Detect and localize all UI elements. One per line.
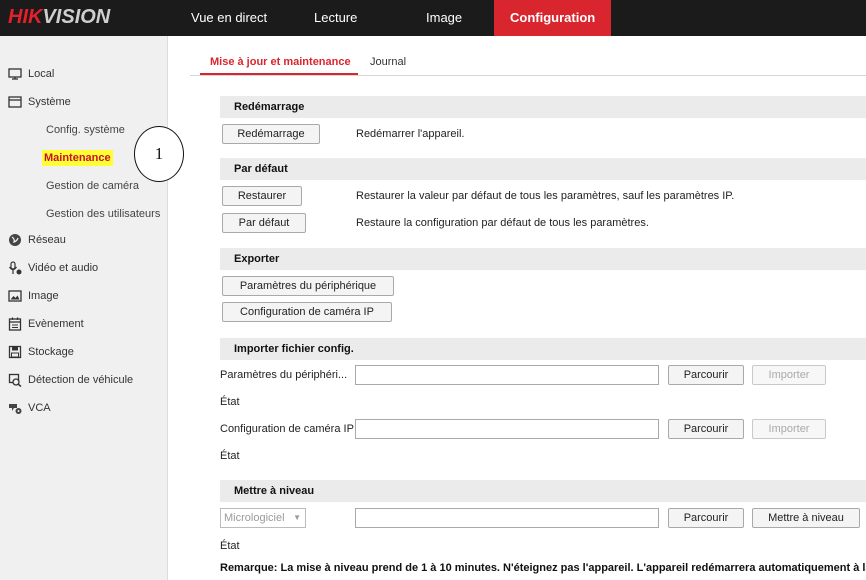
active-tab-indicator xyxy=(200,73,358,75)
section-import-header: Importer fichier config. xyxy=(220,338,866,360)
upgrade-file-input[interactable] xyxy=(355,508,659,528)
import-ipcam-config-browse-button[interactable]: Parcourir xyxy=(668,419,744,439)
reboot-description: Redémarrer l'appareil. xyxy=(356,128,465,140)
export-device-params-button[interactable]: Paramètres du périphérique xyxy=(222,276,394,296)
nav-live-view[interactable]: Vue en direct xyxy=(191,0,267,36)
top-navigation-bar: HIKVISION Vue en direct Lecture Image Co… xyxy=(0,0,866,36)
monitor-icon xyxy=(8,68,22,80)
sidebar-item-label: Stockage xyxy=(28,346,74,358)
sidebar-item-label: Evènement xyxy=(28,318,84,330)
sidebar-subitem-system-config[interactable]: Config. système xyxy=(46,120,125,140)
reboot-button[interactable]: Redémarrage xyxy=(222,124,320,144)
factory-default-button[interactable]: Par défaut xyxy=(222,213,306,233)
upgrade-button[interactable]: Mettre à niveau xyxy=(752,508,860,528)
vehicle-search-icon xyxy=(8,373,22,387)
tab-upgrade-maintenance[interactable]: Mise à jour et maintenance xyxy=(210,56,351,68)
calendar-icon xyxy=(8,317,22,331)
upgrade-type-value: Micrologiciel xyxy=(224,512,285,524)
nav-configuration[interactable]: Configuration xyxy=(494,0,612,36)
nav-image[interactable]: Image xyxy=(426,0,462,36)
tab-divider xyxy=(190,75,866,76)
nav-playback[interactable]: Lecture xyxy=(314,0,357,36)
section-reboot-header: Redémarrage xyxy=(220,96,866,118)
import-device-params-label: Paramètres du périphéri... xyxy=(220,369,348,381)
globe-icon xyxy=(9,234,21,246)
upgrade-note: Remarque: La mise à niveau prend de 1 à … xyxy=(220,562,866,574)
upgrade-browse-button[interactable]: Parcourir xyxy=(668,508,744,528)
tab-log[interactable]: Journal xyxy=(370,56,406,68)
sidebar-item-label: Image xyxy=(28,290,59,302)
upgrade-status: État xyxy=(220,540,240,552)
restore-button[interactable]: Restaurer xyxy=(222,186,302,206)
import-ipcam-config-label: Configuration de caméra IP xyxy=(220,423,354,435)
chevron-down-icon: ▼ xyxy=(293,513,301,522)
import-device-params-browse-button[interactable]: Parcourir xyxy=(668,365,744,385)
sidebar-subitem-camera-management[interactable]: Gestion de caméra xyxy=(46,176,139,196)
sidebar-item-label: Local xyxy=(28,68,55,80)
annotation-callout: 1 xyxy=(134,126,184,182)
sidebar-subitem-maintenance[interactable]: Maintenance xyxy=(42,150,113,166)
section-export-header: Exporter xyxy=(220,248,866,270)
sidebar: Local Système Config. système Maintenanc… xyxy=(0,36,168,580)
sidebar-item-label: VCA xyxy=(28,402,51,414)
upgrade-type-select[interactable]: Micrologiciel ▼ xyxy=(220,508,306,528)
sidebar-subitem-user-management[interactable]: Gestion des utilisateurs xyxy=(46,204,160,224)
export-ipcam-config-button[interactable]: Configuration de caméra IP xyxy=(222,302,392,322)
sidebar-item-label: Réseau xyxy=(28,234,66,246)
sidebar-item-label: Vidéo et audio xyxy=(28,262,99,274)
sidebar-item-label: Détection de véhicule xyxy=(28,374,134,386)
vca-icon xyxy=(9,404,22,414)
microphone-icon xyxy=(9,261,22,275)
factory-default-description: Restaure la configuration par défaut de … xyxy=(356,217,649,229)
import-ipcam-config-import-button[interactable]: Importer xyxy=(752,419,826,439)
import-device-params-file-input[interactable] xyxy=(355,365,659,385)
window-icon xyxy=(8,96,22,108)
hikvision-logo: HIKVISION xyxy=(8,6,111,28)
image-icon xyxy=(8,290,22,302)
import-device-params-status: État xyxy=(220,396,240,408)
section-defaults-header: Par défaut xyxy=(220,158,866,180)
import-device-params-import-button[interactable]: Importer xyxy=(752,365,826,385)
import-ipcam-config-status: État xyxy=(220,450,240,462)
sidebar-item-label: Système xyxy=(28,96,71,108)
floppy-icon xyxy=(8,345,22,359)
restore-description: Restaurer la valeur par défaut de tous l… xyxy=(356,190,735,202)
import-ipcam-config-file-input[interactable] xyxy=(355,419,659,439)
section-upgrade-header: Mettre à niveau xyxy=(220,480,866,502)
